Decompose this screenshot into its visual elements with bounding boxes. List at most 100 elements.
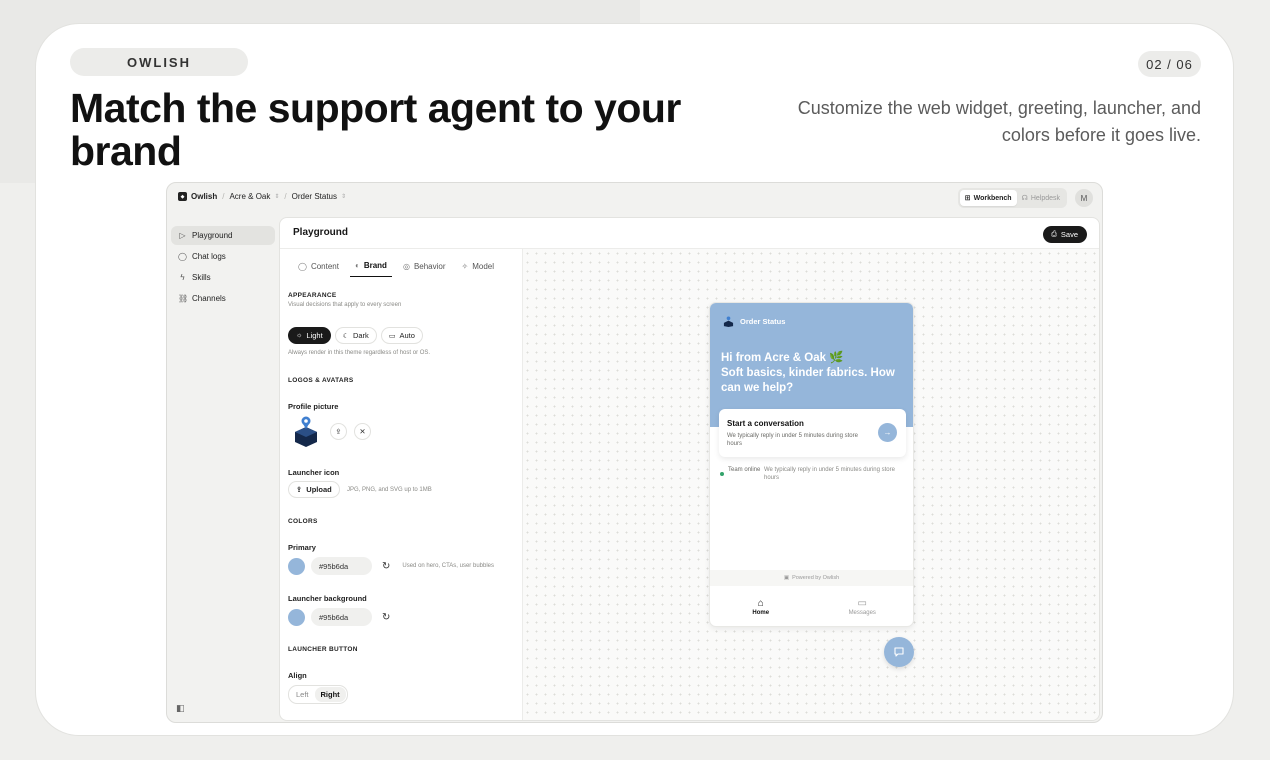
breadcrumb-org[interactable]: Owlish: [191, 192, 217, 201]
tab-model[interactable]: ✧ Model: [457, 261, 500, 277]
appearance-heading: APPEARANCE: [288, 292, 337, 299]
widget-greeting: Hi from Acre & Oak 🌿 Soft basics, kinder…: [721, 351, 906, 396]
theme-dark-button[interactable]: ☾ Dark: [334, 327, 377, 344]
start-conversation-card[interactable]: Start a conversation We typically reply …: [719, 409, 906, 457]
reset-icon[interactable]: ↻: [382, 561, 390, 572]
save-label: Save: [1060, 230, 1078, 239]
theme-label: Auto: [399, 331, 415, 340]
launcher-button-heading: LAUNCHER BUTTON: [288, 646, 358, 653]
theme-auto-button[interactable]: ▭ Auto: [380, 327, 423, 344]
primary-color-input[interactable]: #95b6da: [311, 557, 372, 575]
page-subhead: Customize the web widget, greeting, laun…: [797, 98, 1201, 145]
mode-workbench[interactable]: ⊞ Workbench: [959, 190, 1017, 206]
save-icon: ⎙: [1051, 230, 1057, 238]
team-reply-text: We typically reply in under 5 minutes du…: [764, 467, 895, 481]
arrow-right-icon[interactable]: →: [878, 423, 897, 442]
tab-label: Model: [472, 261, 495, 271]
theme-hint: Always render in this theme regardless o…: [288, 350, 431, 356]
primary-color-swatch[interactable]: [288, 557, 305, 575]
sidebar-collapse-icon[interactable]: ◧: [176, 703, 185, 714]
widget-nav-home[interactable]: ⌂ Home: [710, 586, 812, 626]
upload-avatar-button[interactable]: ⇪: [330, 423, 347, 440]
remove-avatar-button[interactable]: ✕: [354, 423, 371, 440]
primary-color-label: Primary: [288, 543, 316, 552]
logos-heading: LOGOS & AVATARS: [288, 377, 354, 384]
nav-label: Home: [752, 610, 770, 616]
sidebar-item-chat-logs[interactable]: ◯ Chat logs: [171, 247, 275, 266]
settings-panel: ◯ Content ◐ Brand ◎ Behavior ✧ Model APP…: [280, 249, 523, 720]
tab-behavior[interactable]: ◎ Behavior: [398, 261, 451, 277]
main-header: Playground ⎙ Save: [280, 218, 1099, 249]
palette-icon: ◐: [354, 261, 360, 270]
powered-by: ▣ Powered by Owlish: [710, 570, 913, 586]
align-left-option[interactable]: Left: [290, 687, 315, 702]
launcher-background-label: Launcher background: [288, 594, 367, 603]
widget-preview-canvas: Order Status Hi from Acre & Oak 🌿 Soft b…: [523, 249, 1099, 720]
sidebar-item-label: Chat logs: [192, 252, 226, 261]
launcher-upload-button[interactable]: ⇪ Upload: [288, 481, 340, 498]
bolt-icon: ϟ: [180, 273, 185, 282]
chat-bubble-icon: [894, 647, 904, 657]
owlish-logo-icon: ▣: [783, 575, 790, 581]
top-right-controls: ⊞ Workbench ☊ Helpdesk M: [957, 188, 1093, 208]
theme-label: Dark: [352, 331, 369, 340]
tab-label: Content: [310, 261, 339, 271]
mode-helpdesk[interactable]: ☊ Helpdesk: [1017, 190, 1065, 206]
theme-light-button[interactable]: ☼ Light: [288, 327, 331, 344]
sidebar-item-skills[interactable]: ϟ Skills: [171, 268, 275, 287]
breadcrumb-separator: /: [284, 192, 287, 201]
tab-brand[interactable]: ◐ Brand: [349, 261, 392, 277]
launcher-background-input[interactable]: #95b6da: [311, 608, 372, 626]
chat-widget: Order Status Hi from Acre & Oak 🌿 Soft b…: [709, 302, 914, 627]
primary-color-row: #95b6da ↻ Used on hero, CTAs, user bubbl…: [288, 557, 494, 575]
align-label: Align: [288, 671, 307, 680]
widget-greeting-line: Soft basics, kinder fabrics. How can we …: [721, 367, 895, 394]
sparkle-icon: ✧: [461, 261, 469, 271]
widget-nav: ⌂ Home ▭ Messages: [710, 586, 914, 626]
chat-icon: ◯: [178, 252, 187, 261]
save-button[interactable]: ⎙ Save: [1043, 226, 1087, 243]
chat-icon: ◯: [298, 261, 307, 271]
profile-picture-preview: [291, 415, 321, 447]
home-icon: ⌂: [757, 598, 764, 609]
mode-label: Workbench: [973, 194, 1012, 202]
widget-launcher-button[interactable]: [884, 637, 914, 667]
avatar[interactable]: M: [1075, 189, 1093, 207]
widget-brand-name: Order Status: [740, 317, 786, 326]
upload-icon: ⇪: [335, 427, 342, 436]
launcher-background-swatch[interactable]: [288, 608, 305, 626]
chevron-updown-icon[interactable]: ⇕: [341, 193, 346, 200]
card-title: Start a conversation: [727, 419, 804, 428]
align-right-option[interactable]: Right: [314, 687, 346, 702]
behavior-icon: ◎: [402, 261, 410, 271]
online-dot-icon: [720, 472, 724, 476]
tab-label: Behavior: [413, 261, 446, 271]
sidebar-item-label: Skills: [192, 273, 211, 282]
upload-icon: ⇪: [296, 485, 303, 494]
chevron-updown-icon[interactable]: ⇕: [274, 193, 279, 200]
tab-label: Brand: [363, 261, 387, 270]
sidebar-item-channels[interactable]: ⛓ Channels: [171, 289, 275, 308]
sidebar: ▷ Playground ◯ Chat logs ϟ Skills ⛓ Chan…: [171, 226, 275, 310]
nav-label: Messages: [848, 610, 876, 616]
workbench-icon: ⊞: [964, 195, 971, 202]
appearance-hint: Visual decisions that apply to every scr…: [288, 302, 402, 308]
theme-selector: ☼ Light ☾ Dark ▭ Auto: [288, 327, 427, 344]
tab-content[interactable]: ◯ Content: [293, 261, 344, 277]
sidebar-item-label: Channels: [192, 294, 226, 303]
colors-heading: COLORS: [288, 518, 318, 525]
widget-nav-messages[interactable]: ▭ Messages: [812, 586, 914, 626]
breadcrumb-agent[interactable]: Order Status: [292, 192, 337, 201]
team-status: Team online We typically reply in under …: [720, 466, 904, 482]
main-panel: Playground ⎙ Save ◯ Content ◐ Brand ◎ Be…: [279, 217, 1100, 721]
headset-icon: ☊: [1021, 195, 1028, 202]
owlish-logo-icon: ◆: [178, 192, 187, 201]
channels-icon: ⛓: [178, 294, 189, 303]
brand-pill: OWLISH: [70, 48, 248, 76]
reset-icon[interactable]: ↻: [382, 612, 390, 623]
breadcrumb-workspace[interactable]: Acre & Oak: [229, 192, 270, 201]
sidebar-item-playground[interactable]: ▷ Playground: [171, 226, 275, 245]
upload-hint: JPG, PNG, and SVG up to 1MB: [347, 487, 432, 493]
page-title: Playground: [293, 227, 349, 238]
owl-avatar-icon: [295, 416, 317, 447]
